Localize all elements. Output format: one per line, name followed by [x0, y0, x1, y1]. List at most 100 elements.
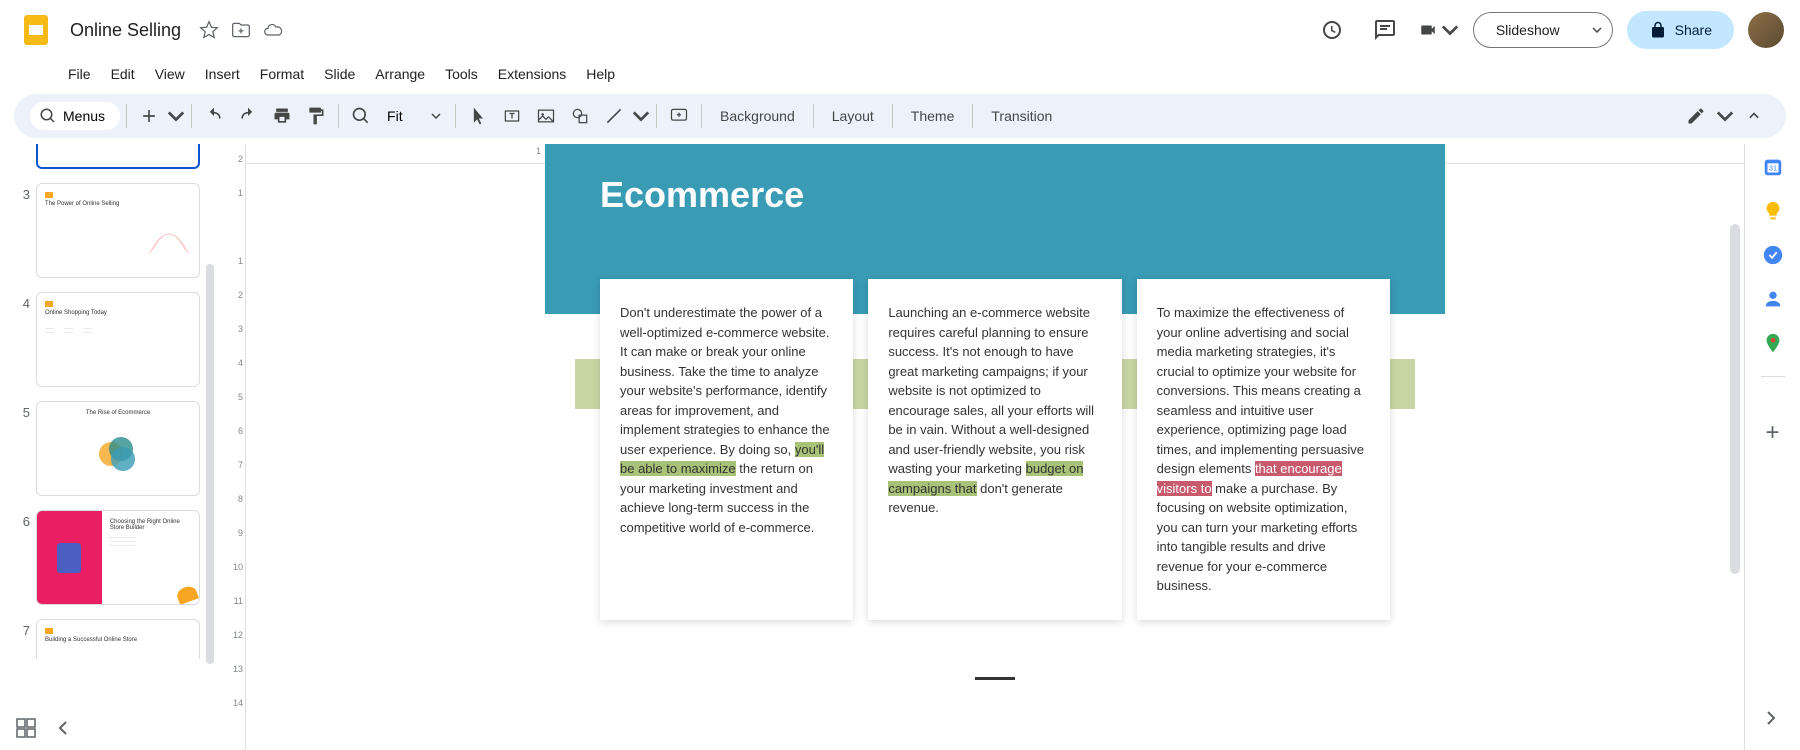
- slide-footer-decoration: [975, 677, 1015, 680]
- card-text[interactable]: Launching an e-commerce website requires…: [888, 303, 1101, 518]
- zoom-button[interactable]: [345, 100, 377, 132]
- svg-text:31: 31: [1768, 164, 1776, 173]
- collapse-filmstrip-icon[interactable]: [52, 716, 76, 740]
- separator: [455, 104, 456, 128]
- addons-button[interactable]: +: [1765, 419, 1779, 447]
- menu-bar: File Edit View Insert Format Slide Arran…: [0, 60, 1800, 88]
- slide-number: 6: [10, 510, 30, 529]
- zoom-select[interactable]: Fit: [379, 104, 449, 128]
- layout-button[interactable]: Layout: [820, 102, 886, 130]
- menu-slide[interactable]: Slide: [314, 62, 365, 86]
- line-dropdown[interactable]: [632, 100, 650, 132]
- zoom-label: Fit: [387, 108, 403, 124]
- content-card-1[interactable]: Don't underestimate the power of a well-…: [600, 279, 853, 620]
- separator: [126, 104, 127, 128]
- separator: [191, 104, 192, 128]
- collapse-toolbar-button[interactable]: [1738, 100, 1770, 132]
- side-panel: 31 +: [1744, 144, 1800, 750]
- cloud-saved-icon[interactable]: [263, 20, 283, 40]
- slide-thumbnail[interactable]: The Power of Online Selling: [36, 183, 200, 278]
- calendar-icon[interactable]: 31: [1762, 156, 1784, 178]
- transition-button[interactable]: Transition: [979, 102, 1064, 130]
- menu-extensions[interactable]: Extensions: [488, 62, 576, 86]
- menu-file[interactable]: File: [58, 62, 101, 86]
- grid-view-icon[interactable]: [14, 716, 38, 740]
- background-button[interactable]: Background: [708, 102, 807, 130]
- undo-button[interactable]: [198, 100, 230, 132]
- mode-dropdown[interactable]: [1716, 100, 1734, 132]
- line-tool[interactable]: [598, 100, 630, 132]
- ruler-vertical[interactable]: 2 1 1 2 3 4 5 6 7 8 9 10 11 12 13 14: [216, 144, 246, 750]
- comments-button[interactable]: [1365, 10, 1405, 50]
- slide[interactable]: Ecommerce Don't underestimate the power …: [545, 164, 1445, 750]
- card-text[interactable]: To maximize the effectiveness of your on…: [1157, 303, 1370, 596]
- card-text[interactable]: Don't underestimate the power of a well-…: [620, 303, 833, 537]
- new-slide-dropdown[interactable]: [167, 100, 185, 132]
- doc-title[interactable]: Online Selling: [64, 18, 187, 43]
- share-button[interactable]: Share: [1627, 11, 1734, 49]
- menu-arrange[interactable]: Arrange: [365, 62, 435, 86]
- slide-thumbnail[interactable]: [36, 144, 200, 169]
- content-card-2[interactable]: Launching an e-commerce website requires…: [868, 279, 1121, 620]
- history-button[interactable]: [1311, 10, 1351, 50]
- image-tool[interactable]: [530, 100, 562, 132]
- textbox-tool[interactable]: [496, 100, 528, 132]
- meet-button[interactable]: [1419, 10, 1459, 50]
- tasks-icon[interactable]: [1762, 244, 1784, 266]
- separator: [701, 104, 702, 128]
- content-card-3[interactable]: To maximize the effectiveness of your on…: [1137, 279, 1390, 620]
- keep-icon[interactable]: [1762, 200, 1784, 222]
- slide-thumbnail[interactable]: Online Shopping Today ——————————————————: [36, 292, 200, 387]
- canvas-area: 2 1 1 2 3 4 5 6 7 8 9 10 11 12 13 14 1: [216, 144, 1744, 750]
- slide-thumb-wrap: 5 The Rise of Ecommerce: [10, 401, 206, 496]
- slide-thumb-wrap: 7 Building a Successful Online Store: [10, 619, 206, 659]
- comment-tool[interactable]: [663, 100, 695, 132]
- slideshow-button[interactable]: Slideshow: [1473, 12, 1583, 48]
- avatar[interactable]: [1748, 12, 1784, 48]
- slide-thumbnail[interactable]: Choosing the Right Online Store Builder•…: [36, 510, 200, 605]
- move-icon[interactable]: [231, 20, 251, 40]
- slide-thumbnail[interactable]: Building a Successful Online Store: [36, 619, 200, 659]
- slide-thumb-wrap: 6 Choosing the Right Online Store Builde…: [10, 510, 206, 605]
- slide-thumbnail[interactable]: The Rise of Ecommerce: [36, 401, 200, 496]
- bottom-controls: [14, 716, 76, 740]
- contacts-icon[interactable]: [1762, 288, 1784, 310]
- redo-button[interactable]: [232, 100, 264, 132]
- slide-title[interactable]: Ecommerce: [600, 174, 1390, 216]
- new-slide-button[interactable]: [133, 100, 165, 132]
- menu-tools[interactable]: Tools: [435, 62, 488, 86]
- print-button[interactable]: [266, 100, 298, 132]
- menu-view[interactable]: View: [145, 62, 195, 86]
- menu-edit[interactable]: Edit: [101, 62, 145, 86]
- filmstrip[interactable]: 3 The Power of Online Selling 4 Online S…: [0, 144, 216, 750]
- mode-button[interactable]: [1680, 100, 1712, 132]
- header: Online Selling Slideshow Share: [0, 0, 1800, 60]
- separator: [813, 104, 814, 128]
- menu-format[interactable]: Format: [250, 62, 314, 86]
- star-icon[interactable]: [199, 20, 219, 40]
- slide-thumb-wrap: 4 Online Shopping Today ————————————————…: [10, 292, 206, 387]
- shape-tool[interactable]: [564, 100, 596, 132]
- menus-button[interactable]: Menus: [30, 102, 120, 130]
- maps-icon[interactable]: [1762, 332, 1784, 354]
- canvas-scrollbar[interactable]: [1730, 224, 1740, 574]
- slide-canvas[interactable]: Ecommerce Don't underestimate the power …: [246, 164, 1744, 750]
- title-area: Online Selling: [64, 18, 1311, 43]
- doc-title-row: Online Selling: [64, 18, 1311, 43]
- expand-sidepanel-icon[interactable]: [1758, 706, 1782, 730]
- select-tool[interactable]: [462, 100, 494, 132]
- separator: [656, 104, 657, 128]
- slide-thumb-wrap: 3 The Power of Online Selling: [10, 183, 206, 278]
- slideshow-dropdown-button[interactable]: [1582, 12, 1613, 48]
- slide-number: 4: [10, 292, 30, 311]
- filmstrip-scrollbar[interactable]: [206, 264, 214, 664]
- lock-icon: [1649, 21, 1667, 39]
- menu-insert[interactable]: Insert: [195, 62, 250, 86]
- paint-format-button[interactable]: [300, 100, 332, 132]
- toolbar-right: [1680, 100, 1770, 132]
- menu-help[interactable]: Help: [576, 62, 625, 86]
- theme-button[interactable]: Theme: [899, 102, 967, 130]
- slides-logo[interactable]: [16, 10, 56, 50]
- menus-label: Menus: [63, 108, 105, 124]
- toolbar: Menus Fit Background Layout Theme Transi…: [14, 94, 1786, 138]
